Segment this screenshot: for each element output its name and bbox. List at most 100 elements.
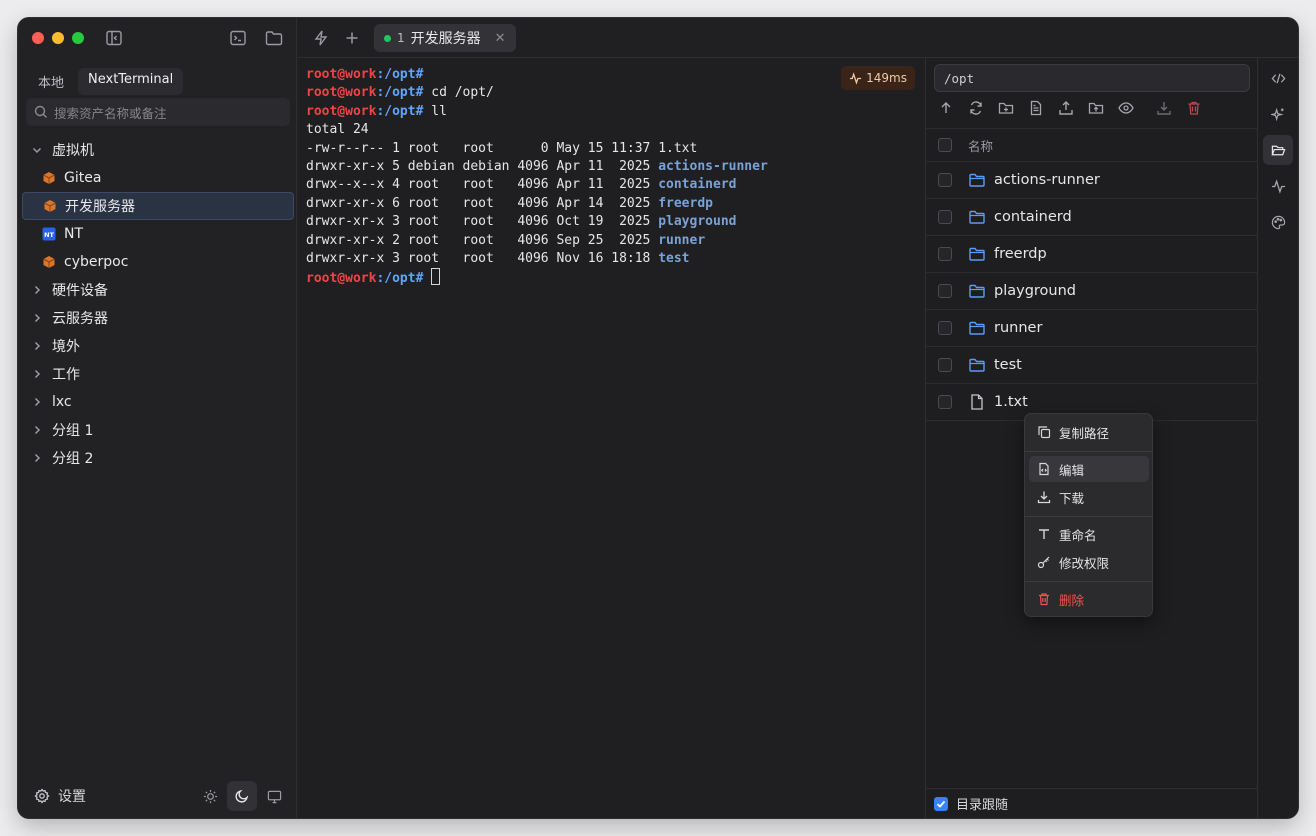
folder-open-icon[interactable] — [1263, 135, 1293, 165]
row-checkbox[interactable] — [938, 173, 952, 187]
search-placeholder: 搜索资产名称或备注 — [54, 105, 167, 121]
menu-download[interactable]: 下载 — [1029, 484, 1149, 510]
trash-icon[interactable] — [1186, 100, 1202, 116]
menu-edit[interactable]: 编辑 — [1029, 456, 1149, 482]
menu-chmod[interactable]: 修改权限 — [1029, 549, 1149, 575]
close-tab-icon[interactable]: ✕ — [495, 31, 506, 46]
column-name-header[interactable]: 名称 — [968, 136, 993, 155]
new-tab-button[interactable] — [343, 29, 361, 47]
row-checkbox[interactable] — [938, 210, 952, 224]
file-row[interactable]: actions-runner — [926, 162, 1258, 199]
tab-local[interactable]: 本地 — [28, 68, 74, 95]
download-icon[interactable] — [1156, 100, 1172, 116]
terminal-line: total 24 — [306, 122, 369, 138]
group-hardware[interactable]: 硬件设备 — [22, 276, 294, 304]
file-row[interactable]: containerd — [926, 199, 1258, 236]
palette-icon[interactable] — [1263, 207, 1293, 237]
folder-icon[interactable] — [264, 28, 284, 48]
asset-label: cyberpoc — [64, 254, 129, 270]
dark-theme-button[interactable] — [227, 781, 257, 811]
toggle-sidebar-icon[interactable] — [104, 28, 124, 48]
file-row[interactable]: playground — [926, 273, 1258, 310]
code-icon[interactable] — [1263, 63, 1293, 93]
row-checkbox[interactable] — [938, 321, 952, 335]
ls-meta: drwx--x--x 4 root root 4096 Apr 11 2025 — [306, 177, 659, 193]
asset-item-cyberpoc[interactable]: cyberpoc — [22, 248, 294, 276]
chevron-right-icon — [34, 397, 41, 407]
cube-icon — [43, 256, 55, 268]
new-file-icon[interactable] — [1028, 100, 1044, 116]
session-tab[interactable]: 1 开发服务器 ✕ — [374, 24, 516, 52]
menu-label: 修改权限 — [1059, 555, 1110, 571]
terminal-icon[interactable] — [228, 28, 248, 48]
lightning-icon[interactable] — [312, 29, 330, 47]
sparkles-icon[interactable] — [1263, 99, 1293, 129]
asset-search-input[interactable]: 搜索资产名称或备注 — [26, 98, 290, 126]
close-window-button[interactable] — [32, 32, 44, 44]
group-cloud-servers[interactable]: 云服务器 — [22, 304, 294, 332]
follow-dir-checkbox[interactable] — [934, 796, 948, 811]
menu-delete[interactable]: 删除 — [1029, 586, 1149, 612]
group-label: 分组 2 — [52, 451, 94, 467]
file-toolbar — [938, 100, 1202, 116]
group-label: lxc — [52, 394, 72, 410]
group-lxc[interactable]: lxc — [22, 388, 294, 416]
settings-button[interactable]: 设置 — [34, 786, 86, 806]
context-menu: 复制路径 编辑 下载 重命名 修改权限 删除 — [1024, 413, 1153, 617]
nt-badge-icon: NT — [42, 227, 56, 241]
ls-filename: containerd — [658, 177, 737, 193]
asset-item-dev-server[interactable]: 开发服务器 — [22, 192, 294, 220]
minimize-window-button[interactable] — [52, 32, 64, 44]
row-checkbox[interactable] — [938, 395, 952, 409]
ls-filename: playground — [658, 214, 737, 230]
row-checkbox[interactable] — [938, 284, 952, 298]
maximize-window-button[interactable] — [72, 32, 84, 44]
group-2[interactable]: 分组 2 — [22, 444, 294, 472]
upload-folder-icon[interactable] — [1088, 100, 1104, 116]
group-overseas[interactable]: 境外 — [22, 332, 294, 360]
row-checkbox[interactable] — [938, 247, 952, 261]
file-row[interactable]: runner — [926, 310, 1258, 347]
file-row[interactable]: test — [926, 347, 1258, 384]
new-folder-icon[interactable] — [998, 100, 1014, 116]
tab-index: 1 — [397, 31, 405, 45]
terminal-line: root@work:/opt# — [306, 66, 423, 84]
asset-tree: 虚拟机 Gitea 开发服务器 NT NT cyberpoc 硬件设备 云服务器… — [22, 136, 294, 472]
prompt-symbol: # — [415, 67, 424, 82]
system-theme-button[interactable] — [259, 781, 289, 811]
terminal-cursor — [431, 268, 441, 286]
light-theme-button[interactable] — [195, 781, 225, 811]
terminal-view[interactable]: root@work:/opt# root@work:/opt# cd /opt/r… — [298, 58, 925, 818]
monitor-icon — [267, 790, 281, 803]
refresh-icon[interactable] — [968, 100, 984, 116]
eye-icon[interactable] — [1118, 100, 1134, 116]
ls-filename: test — [658, 251, 690, 266]
svg-text:NT: NT — [44, 231, 54, 239]
latency-badge: 149ms — [841, 66, 915, 90]
menu-rename[interactable]: 重命名 — [1029, 521, 1149, 547]
ls-meta: drwxr-xr-x 3 root root 4096 Nov 16 18:18 — [306, 251, 659, 266]
app-window: 本地 NextTerminal 搜索资产名称或备注 虚拟机 Gitea 开发服务… — [18, 18, 1298, 818]
row-checkbox[interactable] — [938, 358, 952, 372]
arrow-up-icon[interactable] — [938, 100, 954, 116]
search-icon — [34, 105, 47, 118]
select-all-checkbox[interactable] — [938, 138, 952, 152]
asset-item-gitea[interactable]: Gitea — [22, 164, 294, 192]
file-name: 1.txt — [994, 394, 1028, 410]
menu-copy-path[interactable]: 复制路径 — [1029, 419, 1149, 445]
cube-icon — [44, 200, 56, 212]
path-input[interactable]: /opt — [934, 64, 1250, 92]
upload-icon[interactable] — [1058, 100, 1074, 116]
group-label: 境外 — [52, 339, 80, 355]
file-row[interactable]: freerdp — [926, 236, 1258, 273]
activity-icon[interactable] — [1263, 171, 1293, 201]
text-type-icon — [1039, 529, 1049, 539]
group-work[interactable]: 工作 — [22, 360, 294, 388]
tab-nextterminal[interactable]: NextTerminal — [78, 68, 184, 95]
ls-meta: drwxr-xr-x 6 root root 4096 Apr 14 2025 — [306, 195, 659, 211]
group-1[interactable]: 分组 1 — [22, 416, 294, 444]
asset-item-nt[interactable]: NT NT — [22, 220, 294, 248]
ls-meta: drwxr-xr-x 5 debian debian 4096 Apr 11 2… — [306, 159, 659, 174]
group-virtual-machines[interactable]: 虚拟机 — [22, 136, 294, 164]
latency-value: 149ms — [866, 71, 907, 85]
